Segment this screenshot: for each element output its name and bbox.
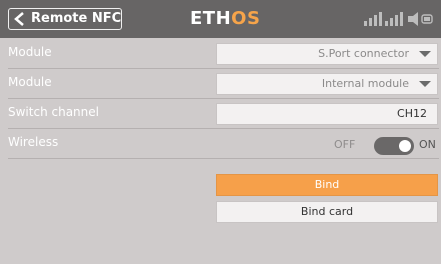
module-label-2: Module: [8, 75, 52, 89]
back-arrow-icon: [14, 12, 24, 26]
module-select-2[interactable]: Internal module: [216, 73, 438, 95]
module-value-2: Internal module: [321, 77, 409, 90]
wireless-label: Wireless: [8, 135, 59, 149]
chevron-down-icon: [419, 81, 431, 87]
row-module-2: Module Internal module: [8, 69, 439, 99]
module-label-1: Module: [8, 45, 52, 59]
row-switch-channel: Switch channel CH12: [8, 99, 439, 129]
signal-icon: [364, 12, 433, 26]
logo-eth: ETH: [190, 8, 232, 29]
module-select-1[interactable]: S.Port connector: [216, 43, 438, 65]
toggle-off-label: OFF: [334, 138, 356, 151]
switch-channel-field[interactable]: CH12: [216, 103, 438, 125]
toggle-knob: [399, 140, 411, 152]
back-button[interactable]: Remote NFC: [8, 8, 122, 30]
chevron-down-icon: [419, 51, 431, 57]
module-value-1: S.Port connector: [318, 47, 409, 60]
bind-button[interactable]: Bind: [216, 174, 438, 196]
page-title: Remote NFC: [31, 11, 122, 26]
wireless-toggle[interactable]: [374, 137, 414, 155]
status-icons: [364, 11, 434, 27]
settings-list: Module S.Port connector Module Internal …: [8, 39, 439, 159]
ethos-logo: ETHOS: [190, 8, 260, 30]
wireless-toggle-wrap: OFF ON: [326, 134, 441, 156]
switch-channel-value: CH12: [397, 107, 427, 120]
row-wireless: Wireless OFF ON: [8, 129, 439, 159]
logo-os: OS: [231, 8, 261, 29]
switch-channel-label: Switch channel: [8, 105, 99, 119]
row-module-1: Module S.Port connector: [8, 39, 439, 69]
toggle-on-label: ON: [419, 138, 436, 151]
header-bar: Remote NFC ETHOS: [0, 0, 441, 38]
bind-card-button[interactable]: Bind card: [216, 201, 438, 223]
